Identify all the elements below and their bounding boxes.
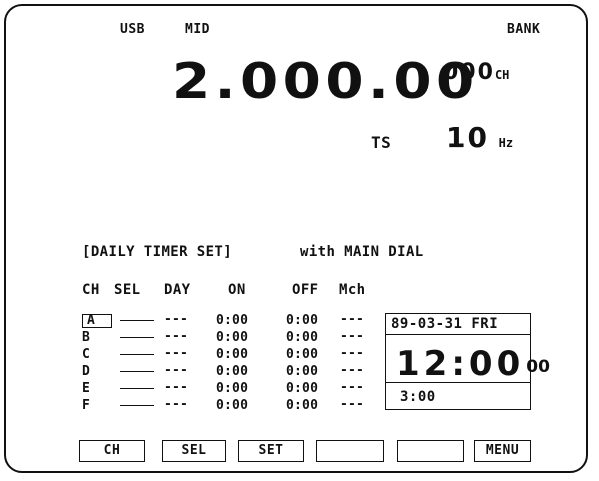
channel-display: 000CH: [443, 60, 509, 85]
column-on: ON: [228, 282, 246, 298]
row-memory-channel: ---: [340, 346, 365, 361]
row-memory-channel: ---: [340, 397, 365, 412]
row-select-line: [120, 371, 154, 372]
row-on-time: 0:00: [216, 364, 249, 379]
row-channel[interactable]: F: [82, 399, 102, 413]
row-on-time: 0:00: [216, 330, 249, 345]
tuning-step-value: 10: [446, 121, 489, 154]
clock-hours-minutes: 12:00: [396, 344, 525, 384]
row-day: ---: [164, 312, 189, 327]
row-on-time: 0:00: [216, 381, 249, 396]
row-off-time: 0:00: [286, 330, 319, 345]
row-memory-channel: ---: [340, 363, 365, 378]
timer-title: [DAILY TIMER SET]: [82, 244, 233, 260]
softkey-ch[interactable]: CH: [79, 440, 145, 462]
bank-indicator: BANK: [507, 22, 541, 37]
column-ch: CH: [82, 282, 100, 298]
softkey-menu[interactable]: MENU: [474, 440, 531, 462]
table-row[interactable]: F --- 0:00 0:00 ---: [82, 397, 382, 413]
mode-indicator: USB: [120, 22, 145, 37]
softkey-blank-1[interactable]: [316, 440, 384, 462]
timer-table-header: CH SEL DAY ON OFF Mch: [82, 282, 382, 298]
row-channel[interactable]: B: [82, 331, 102, 345]
row-on-time: 0:00: [216, 347, 249, 362]
table-row[interactable]: C --- 0:00 0:00 ---: [82, 346, 382, 362]
row-day: ---: [164, 363, 189, 378]
row-day: ---: [164, 397, 189, 412]
clock-panel: 89-03-31 FRI 12:00 00 3:00: [385, 313, 550, 410]
row-day: ---: [164, 346, 189, 361]
row-off-time: 0:00: [286, 398, 319, 413]
row-select-line: [120, 354, 154, 355]
table-row[interactable]: A --- 0:00 0:00 ---: [82, 312, 382, 328]
clock-time: 12:00 00: [396, 344, 550, 384]
column-sel: SEL: [114, 282, 141, 298]
tuning-step-unit: Hz: [498, 136, 514, 150]
row-on-time: 0:00: [216, 398, 249, 413]
clock-seconds: 00: [526, 357, 550, 377]
row-off-time: 0:00: [286, 381, 319, 396]
softkey-blank-2[interactable]: [397, 440, 464, 462]
channel-number: 000: [443, 60, 495, 85]
column-day: DAY: [164, 282, 191, 298]
channel-unit: CH: [494, 68, 510, 82]
row-memory-channel: ---: [340, 329, 365, 344]
clock-date: 89-03-31 FRI: [391, 316, 499, 332]
row-day: ---: [164, 329, 189, 344]
row-day: ---: [164, 380, 189, 395]
tuning-step-value-group: 10 Hz: [446, 121, 513, 154]
row-on-time: 0:00: [216, 313, 249, 328]
softkey-set[interactable]: SET: [238, 440, 304, 462]
row-channel[interactable]: E: [82, 382, 102, 396]
row-select-line: [120, 405, 154, 406]
row-memory-channel: ---: [340, 380, 365, 395]
table-row[interactable]: D --- 0:00 0:00 ---: [82, 363, 382, 379]
column-off: OFF: [292, 282, 319, 298]
clock-divider-bottom: [385, 382, 531, 383]
row-select-line: [120, 337, 154, 338]
table-row[interactable]: E --- 0:00 0:00 ---: [82, 380, 382, 396]
timer-mode-text: with MAIN DIAL: [300, 244, 424, 260]
row-memory-channel: ---: [340, 312, 365, 327]
clock-small-time: 3:00: [400, 389, 436, 405]
row-select-line: [120, 320, 154, 321]
row-channel-selected[interactable]: A: [82, 314, 112, 328]
filter-indicator: MID: [185, 22, 210, 37]
row-off-time: 0:00: [286, 347, 319, 362]
row-select-line: [120, 388, 154, 389]
row-channel[interactable]: D: [82, 365, 102, 379]
timer-table: A --- 0:00 0:00 --- B --- 0:00 0:00 --- …: [82, 312, 382, 422]
row-channel[interactable]: C: [82, 348, 102, 362]
row-off-time: 0:00: [286, 313, 319, 328]
frequency-display: 2.000.00: [172, 53, 479, 110]
table-row[interactable]: B --- 0:00 0:00 ---: [82, 329, 382, 345]
softkey-sel[interactable]: SEL: [162, 440, 226, 462]
tuning-step-label: TS: [371, 133, 392, 152]
column-mch: Mch: [339, 282, 366, 298]
row-off-time: 0:00: [286, 364, 319, 379]
clock-divider-top: [385, 334, 531, 335]
